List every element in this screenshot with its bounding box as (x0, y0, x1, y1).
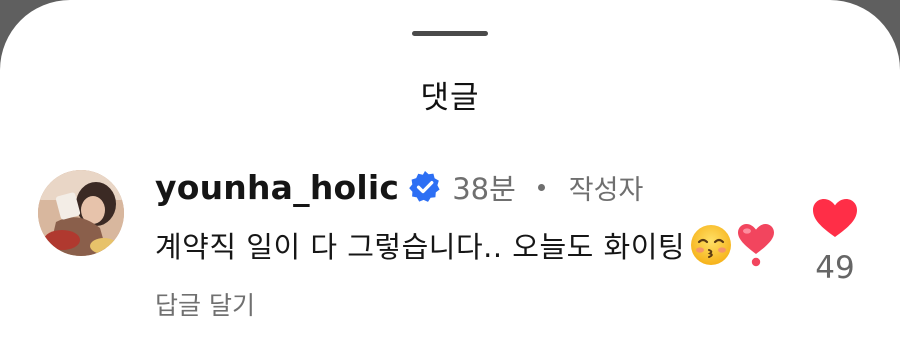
comments-sheet: 댓글 younha_holic 38분 작성자 계약직 일이 다 그렇습니다..… (0, 0, 900, 352)
like-heart-icon[interactable] (810, 196, 860, 240)
verified-badge-icon (408, 170, 442, 204)
drag-handle[interactable] (412, 31, 488, 36)
comment-header: younha_holic 38분 작성자 (155, 165, 643, 209)
like-count: 49 (815, 250, 855, 286)
separator-dot (537, 183, 545, 191)
comment-time: 38분 (452, 172, 516, 206)
avatar[interactable] (38, 170, 124, 256)
username[interactable]: younha_holic (155, 168, 399, 207)
kissing-face-closed-eyes-emoji (689, 223, 733, 267)
comment-text: 계약직 일이 다 그렇습니다.. 오늘도 화이팅 (155, 230, 686, 264)
sheet-title: 댓글 (420, 80, 480, 116)
author-label: 작성자 (568, 174, 644, 206)
reply-button[interactable]: 답글 달기 (155, 286, 255, 322)
comment-body: 계약직 일이 다 그렇습니다.. 오늘도 화이팅 (155, 222, 777, 268)
heart-exclamation-emoji (735, 222, 777, 268)
